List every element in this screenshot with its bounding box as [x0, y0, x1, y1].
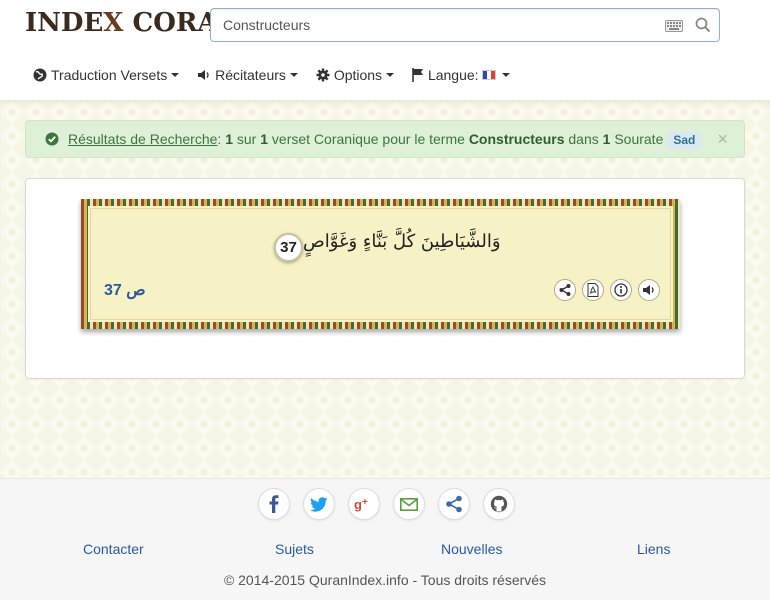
facebook-icon[interactable]	[258, 488, 290, 520]
alert-text: Résultats de Recherche: 1 sur 1 verset C…	[68, 131, 702, 148]
sourate-badge[interactable]: Sad	[667, 132, 702, 148]
results-link[interactable]: Résultats de Recherche	[68, 131, 217, 147]
footer-link-contact[interactable]: Contacter	[83, 541, 144, 557]
gear-icon	[316, 68, 330, 82]
footer-link-news[interactable]: Nouvelles	[441, 541, 502, 557]
search-icon[interactable]	[695, 17, 711, 36]
nav-reciters-label: Récitateurs	[215, 67, 286, 84]
nav-language[interactable]: Langue:	[412, 67, 510, 83]
close-icon[interactable]: ×	[717, 129, 728, 149]
nav-language-label: Langue:	[427, 67, 479, 84]
chevron-down-icon	[386, 73, 395, 78]
footer-link-topics[interactable]: Sujets	[275, 541, 314, 557]
nav-options-label: Options	[333, 67, 383, 84]
google-plus-icon[interactable]: g +	[348, 488, 380, 520]
volume-icon	[198, 70, 209, 81]
audio-icon[interactable]	[638, 279, 660, 301]
french-flag-icon	[481, 70, 496, 81]
chevron-down-icon	[289, 73, 298, 78]
share-icon[interactable]	[438, 488, 470, 520]
globe-icon	[33, 68, 47, 82]
main-content: Résultats de Recherche: 1 sur 1 verset C…	[0, 100, 770, 478]
chevron-down-icon	[171, 73, 180, 78]
svg-text:g: g	[354, 497, 362, 512]
header: INDEX CORAN Traduction Versets Récitateu…	[0, 0, 770, 100]
search-input[interactable]	[211, 9, 651, 41]
logo[interactable]: INDEX CORAN	[25, 8, 241, 38]
info-icon[interactable]	[610, 279, 632, 301]
nav-reciters[interactable]: Récitateurs	[197, 67, 298, 83]
flag-icon	[412, 68, 423, 83]
verse-number: 37	[274, 233, 303, 262]
copyright: © 2014-2015 QuranIndex.info - Tous droit…	[223, 572, 547, 588]
verse-card: وَالشَّيَاطِينَ كُلَّ بَنَّاءٍ وَغَوَّاص…	[25, 178, 745, 379]
chevron-down-icon	[501, 73, 510, 78]
nav-translation-label: Traduction Versets	[51, 67, 168, 84]
verse-inner	[90, 208, 671, 320]
footer-link-links[interactable]: Liens	[637, 541, 670, 557]
verse-arabic-text: وَالشَّيَاطِينَ كُلَّ بَنَّاءٍ وَغَوَّاص…	[303, 231, 501, 252]
search-term: Constructeurs	[468, 131, 565, 147]
result-count: 1	[225, 131, 233, 147]
email-icon[interactable]	[393, 488, 425, 520]
twitter-icon[interactable]	[303, 488, 335, 520]
main-nav: Traduction Versets Récitateurs Options L…	[33, 66, 524, 86]
search-results-alert: Résultats de Recherche: 1 sur 1 verset C…	[25, 120, 745, 158]
nav-translation[interactable]: Traduction Versets	[33, 67, 180, 84]
keyboard-icon[interactable]	[665, 19, 683, 35]
github-icon[interactable]	[483, 488, 515, 520]
logo-text-1: INDE	[25, 8, 104, 38]
search-box	[210, 8, 720, 42]
verse-frame: وَالشَّيَاطِينَ كُلَّ بَنَّاءٍ وَغَوَّاص…	[81, 199, 680, 329]
result-total: 1	[260, 131, 269, 147]
logo-x: X	[103, 8, 124, 38]
verse-reference-link[interactable]: ص 37	[104, 280, 146, 300]
svg-text:+: +	[362, 497, 368, 508]
share-icon[interactable]	[554, 279, 576, 301]
nav-options[interactable]: Options	[316, 67, 395, 84]
check-circle-icon	[45, 132, 59, 149]
pdf-icon[interactable]	[582, 279, 604, 301]
footer: g + Contacter Sujets Nouvelles Liens © 20…	[0, 478, 770, 600]
sourate-count: 1	[602, 131, 611, 147]
